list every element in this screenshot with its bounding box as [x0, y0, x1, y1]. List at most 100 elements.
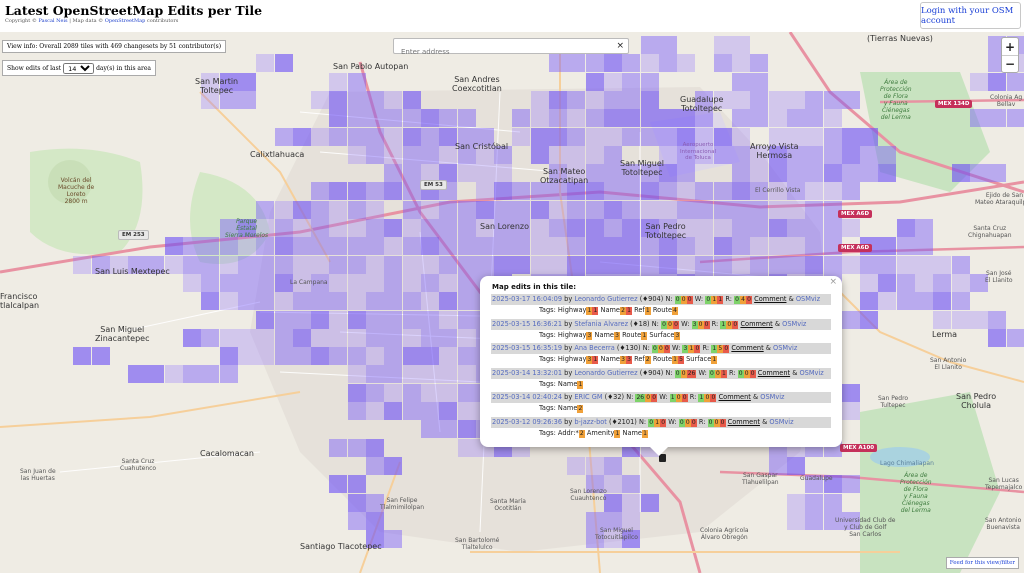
- edit-tile[interactable]: [714, 237, 732, 255]
- edit-tile[interactable]: [586, 256, 604, 274]
- edit-tile[interactable]: [366, 128, 384, 146]
- edit-tile[interactable]: [403, 91, 421, 109]
- changeset-link[interactable]: 2025-03-14 02:40:24: [492, 393, 562, 401]
- edit-tile[interactable]: [732, 219, 750, 237]
- edit-tile[interactable]: [769, 91, 787, 109]
- changeset-link[interactable]: 2025-03-17 16:04:09: [492, 295, 562, 303]
- edit-tile[interactable]: [641, 73, 659, 91]
- osmviz-link[interactable]: OSMviz: [760, 393, 784, 401]
- edit-tile[interactable]: [311, 311, 329, 329]
- edit-tile[interactable]: [897, 274, 915, 292]
- edit-tile[interactable]: [293, 219, 311, 237]
- edit-tile[interactable]: [220, 347, 238, 365]
- edit-tile[interactable]: [641, 201, 659, 219]
- edit-tile[interactable]: [732, 237, 750, 255]
- edit-tile[interactable]: [659, 109, 677, 127]
- edit-tile[interactable]: [403, 329, 421, 347]
- edit-tile[interactable]: [952, 274, 970, 292]
- edit-tile[interactable]: [183, 237, 201, 255]
- edit-tile[interactable]: [403, 402, 421, 420]
- changeset-link[interactable]: 2025-03-15 16:35:19: [492, 344, 562, 352]
- user-link[interactable]: Ana Becerra: [574, 344, 614, 352]
- edit-tile[interactable]: [421, 311, 439, 329]
- edit-tile[interactable]: [641, 91, 659, 109]
- edit-tile[interactable]: [329, 91, 347, 109]
- edit-tile[interactable]: [531, 128, 549, 146]
- edit-tile[interactable]: [421, 256, 439, 274]
- edit-tile[interactable]: [384, 237, 402, 255]
- edit-tile[interactable]: [860, 274, 878, 292]
- edit-tile[interactable]: [604, 201, 622, 219]
- edit-tile[interactable]: [329, 182, 347, 200]
- edit-tile[interactable]: [824, 494, 842, 512]
- edit-tile[interactable]: [641, 36, 659, 54]
- zoom-out-button[interactable]: −: [1002, 55, 1018, 72]
- edit-tile[interactable]: [769, 164, 787, 182]
- edit-tile[interactable]: [805, 182, 823, 200]
- edit-tile[interactable]: [311, 128, 329, 146]
- edit-tile[interactable]: [421, 347, 439, 365]
- edit-tile[interactable]: [92, 347, 110, 365]
- edit-tile[interactable]: [824, 164, 842, 182]
- edit-tile[interactable]: [714, 36, 732, 54]
- edit-tile[interactable]: [348, 329, 366, 347]
- edit-tile[interactable]: [421, 274, 439, 292]
- edit-tile[interactable]: [403, 182, 421, 200]
- edit-tile[interactable]: [220, 274, 238, 292]
- edit-tile[interactable]: [970, 73, 988, 91]
- edit-tile[interactable]: [293, 311, 311, 329]
- edit-tile[interactable]: [842, 164, 860, 182]
- edit-tile[interactable]: [677, 256, 695, 274]
- edit-tile[interactable]: [366, 219, 384, 237]
- edit-tile[interactable]: [293, 201, 311, 219]
- edit-tile[interactable]: [549, 237, 567, 255]
- edit-tile[interactable]: [421, 109, 439, 127]
- edit-tile[interactable]: [622, 128, 640, 146]
- edit-tile[interactable]: [549, 146, 567, 164]
- edit-tile[interactable]: [348, 311, 366, 329]
- edit-tile[interactable]: [458, 201, 476, 219]
- edit-tile[interactable]: [458, 402, 476, 420]
- edit-tile[interactable]: [293, 237, 311, 255]
- edit-tile[interactable]: [1007, 109, 1024, 127]
- edit-tile[interactable]: [476, 201, 494, 219]
- edit-tile[interactable]: [329, 73, 347, 91]
- edit-tile[interactable]: [348, 237, 366, 255]
- edit-tile[interactable]: [842, 256, 860, 274]
- edit-tile[interactable]: [622, 54, 640, 72]
- edit-tile[interactable]: [787, 237, 805, 255]
- edit-tile[interactable]: [567, 219, 585, 237]
- edit-tile[interactable]: [805, 128, 823, 146]
- edit-tile[interactable]: [933, 274, 951, 292]
- edit-tile[interactable]: [384, 365, 402, 383]
- edit-tile[interactable]: [933, 311, 951, 329]
- edit-tile[interactable]: [677, 201, 695, 219]
- edit-tile[interactable]: [860, 256, 878, 274]
- edit-tile[interactable]: [421, 237, 439, 255]
- edit-tile[interactable]: [421, 292, 439, 310]
- edit-tile[interactable]: [421, 219, 439, 237]
- edit-tile[interactable]: [421, 420, 439, 438]
- edit-tile[interactable]: [988, 164, 1006, 182]
- edit-tile[interactable]: [787, 201, 805, 219]
- edit-tile[interactable]: [421, 128, 439, 146]
- edit-tile[interactable]: [586, 182, 604, 200]
- edit-tile[interactable]: [293, 329, 311, 347]
- edit-tile[interactable]: [384, 182, 402, 200]
- edit-tile[interactable]: [641, 109, 659, 127]
- edit-tile[interactable]: [275, 347, 293, 365]
- edit-tile[interactable]: [933, 256, 951, 274]
- edit-tile[interactable]: [586, 237, 604, 255]
- edit-tile[interactable]: [384, 530, 402, 548]
- edit-tile[interactable]: [567, 146, 585, 164]
- edit-tile[interactable]: [439, 292, 457, 310]
- edit-tile[interactable]: [421, 201, 439, 219]
- edit-tile[interactable]: [421, 146, 439, 164]
- edit-tile[interactable]: [641, 182, 659, 200]
- edit-tile[interactable]: [549, 219, 567, 237]
- edit-tile[interactable]: [915, 219, 933, 237]
- user-link[interactable]: Leonardo Gutierrez: [574, 369, 637, 377]
- edit-tile[interactable]: [311, 329, 329, 347]
- edit-tile[interactable]: [512, 182, 530, 200]
- edit-tile[interactable]: [476, 182, 494, 200]
